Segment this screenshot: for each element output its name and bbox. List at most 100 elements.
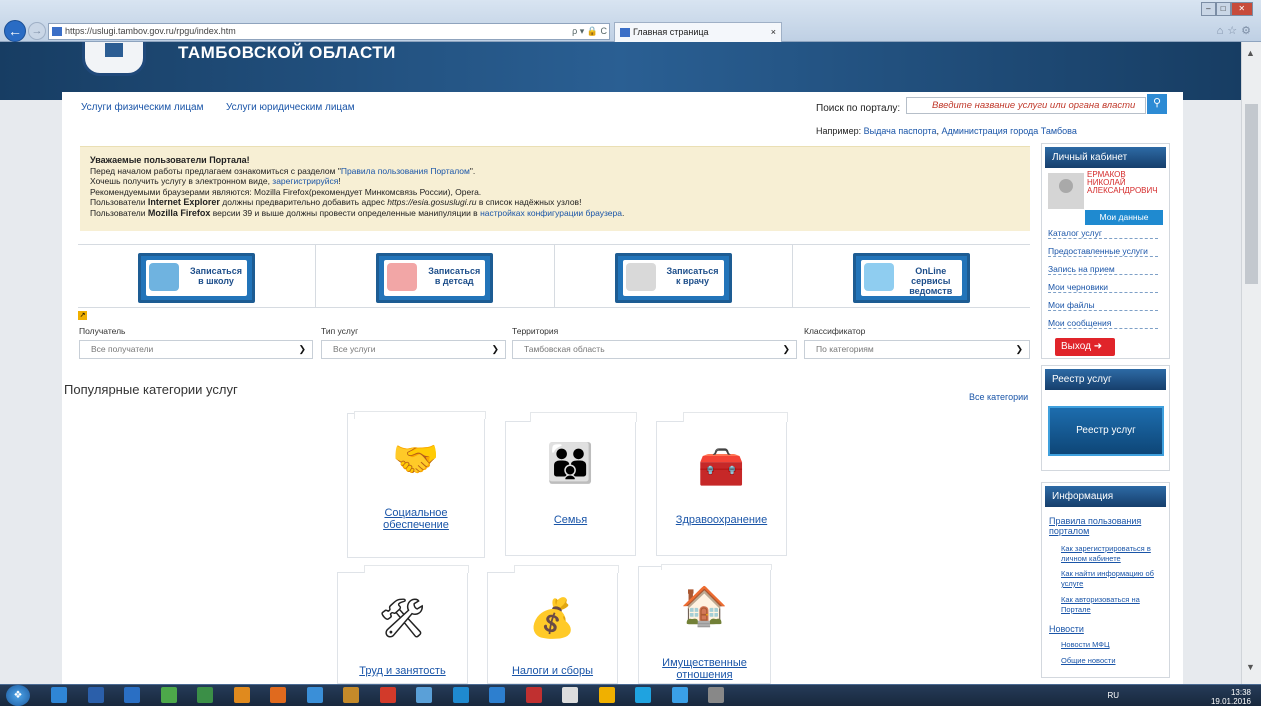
site-title: ТАМБОВСКОЙ ОБЛАСТИ — [178, 43, 396, 62]
card-back — [364, 565, 469, 573]
category-health[interactable]: 🧰 Здравоохранение — [656, 412, 788, 556]
rules-portal-link[interactable]: Правила пользования порталом — [1049, 516, 1141, 536]
taskbar-app-icon[interactable] — [452, 687, 469, 703]
category-label: Социальное — [384, 507, 448, 519]
how-login-link[interactable]: Как авторизоваться на Портале — [1061, 595, 1140, 615]
example-passport-link[interactable]: Выдача паспорта — [864, 126, 937, 136]
chevron-down-icon: ❯ — [1015, 344, 1023, 354]
classifier-select[interactable]: По категориям ❯ — [804, 340, 1030, 359]
registry-button[interactable]: Реестр услуг — [1048, 406, 1164, 456]
register-link[interactable]: зарегистрируйся — [272, 176, 338, 186]
search-label: Поиск по порталу: — [816, 103, 901, 114]
taskbar-app-icon[interactable] — [233, 687, 250, 703]
my-data-button[interactable]: Мои данные — [1085, 210, 1163, 225]
territory-select[interactable]: Тамбовская область ❯ — [512, 340, 797, 359]
settings-gear-icon[interactable]: ⚙ — [1241, 25, 1255, 37]
scroll-up-icon[interactable]: ▲ — [1246, 48, 1255, 58]
news-link[interactable]: Новости — [1049, 624, 1084, 634]
user-name: ЕРМАКОВ НИКОЛАЙ АЛЕКСАНДРОВИЧ — [1087, 170, 1158, 195]
taskbar-app-icon[interactable] — [635, 687, 651, 703]
maximize-button[interactable]: □ — [1215, 2, 1231, 16]
nav-individuals-link[interactable]: Услуги физическим лицам — [81, 102, 204, 113]
drafts-link[interactable]: Мои черновики — [1048, 282, 1158, 293]
category-social[interactable]: 🤝 Социальное обеспечение — [347, 411, 486, 558]
exit-button[interactable]: Выход ➜ — [1055, 338, 1115, 356]
online-services-button[interactable]: OnLine сервисы ведомств — [852, 253, 970, 303]
enroll-doctor-button[interactable]: Записаться к врачу — [614, 253, 732, 303]
rules-link[interactable]: Правила пользования Порталом — [341, 166, 470, 176]
taskbar-app-icon[interactable] — [87, 687, 104, 703]
category-family[interactable]: 👪 Семья — [505, 412, 637, 556]
service-type-select[interactable]: Все услуги ❯ — [321, 340, 506, 359]
expand-arrow-icon[interactable]: ↗ — [78, 311, 87, 320]
coat-of-arms-logo[interactable] — [82, 42, 146, 76]
registry-panel: Реестр услуг Реестр услуг — [1041, 365, 1170, 471]
taskbar-app-icon[interactable] — [671, 687, 688, 703]
taskbar-app-icon[interactable] — [197, 687, 213, 703]
language-indicator[interactable]: RU — [1107, 691, 1119, 700]
search-input[interactable]: Введите название услуги или органа власт… — [906, 97, 1146, 114]
taskbar-app-icon[interactable] — [379, 687, 396, 703]
category-labor[interactable]: 🛠 Труд и занятость — [337, 565, 469, 684]
address-bar[interactable]: https://uslugi.tambov.gov.ru/rpgu/index.… — [48, 23, 610, 40]
avatar — [1048, 173, 1084, 209]
category-label: Имущественные — [662, 657, 747, 669]
chevron-down-icon: ❯ — [491, 344, 499, 354]
taskbar-app-icon[interactable] — [51, 687, 67, 703]
page-scrollbar[interactable]: ▲ ▼ — [1241, 42, 1261, 684]
how-register-link[interactable]: Как зарегистрироваться в личном кабинете — [1061, 544, 1151, 564]
search-button[interactable]: ⚲ — [1147, 94, 1167, 114]
close-window-button[interactable]: ✕ — [1230, 2, 1253, 16]
favorites-star-icon[interactable]: ☆ — [1227, 25, 1241, 37]
tab-favicon-icon — [620, 28, 630, 37]
appointment-link[interactable]: Запись на прием — [1048, 264, 1158, 275]
provided-services-link[interactable]: Предоставленные услуги — [1048, 246, 1158, 257]
taskbar-app-icon[interactable] — [270, 687, 286, 703]
taskbar-app-icon[interactable] — [306, 687, 323, 703]
address-text: https://uslugi.tambov.gov.ru/rpgu/index.… — [65, 26, 236, 36]
taskbar-app-icon[interactable] — [562, 687, 578, 703]
start-button[interactable]: ❖ — [6, 685, 30, 706]
general-news-link[interactable]: Общие новости — [1061, 656, 1116, 666]
how-find-link[interactable]: Как найти информацию об услуге — [1061, 569, 1154, 589]
scroll-thumb[interactable] — [1245, 104, 1258, 284]
enroll-school-button[interactable]: Записаться в школу — [138, 253, 255, 303]
filter-territory-label: Территория — [512, 326, 559, 336]
school-icon — [149, 263, 179, 291]
notice-line-3: Рекомендуемыми браузерами являются: Mozi… — [90, 186, 482, 197]
card-back — [514, 565, 619, 573]
mfc-news-link[interactable]: Новости МФЦ — [1061, 640, 1110, 650]
taskbar-app-icon[interactable] — [124, 687, 140, 703]
tab-close-icon[interactable]: × — [771, 23, 776, 42]
taskbar-app-icon[interactable] — [160, 687, 177, 703]
address-tools[interactable]: ρ ▾ 🔒 C — [572, 24, 607, 39]
recipient-select[interactable]: Все получатели ❯ — [79, 340, 313, 359]
category-taxes[interactable]: 💰 Налоги и сборы — [487, 565, 619, 684]
messages-link[interactable]: Мои сообщения — [1048, 318, 1158, 329]
nav-legal-link[interactable]: Услуги юридическим лицам — [226, 102, 355, 113]
family-icon: 👪 — [546, 443, 595, 485]
notice-line-2: Хочешь получить услугу в электронном вид… — [90, 176, 341, 186]
taskbar-app-icon[interactable] — [598, 687, 615, 703]
home-icon[interactable]: ⌂ — [1217, 25, 1228, 37]
exit-arrow-icon: ➜ — [1093, 341, 1103, 352]
browser-settings-link[interactable]: настройках конфигурации браузера — [480, 208, 622, 218]
minimize-button[interactable]: – — [1201, 2, 1216, 16]
taskbar-app-icon[interactable] — [708, 687, 724, 703]
notice-line-4: Пользователи Internet Explorer должны пр… — [90, 197, 582, 207]
category-property[interactable]: 🏠 Имущественные отношения — [638, 564, 772, 684]
browser-tab[interactable]: Главная страница × — [614, 22, 782, 42]
example-admin-link[interactable]: Администрация города Тамбова — [941, 126, 1076, 136]
catalog-link[interactable]: Каталог услуг — [1048, 228, 1158, 239]
taskbar-app-icon[interactable] — [343, 687, 359, 703]
taskbar-app-icon[interactable] — [489, 687, 505, 703]
all-categories-link[interactable]: Все категории — [969, 392, 1028, 402]
taskbar-app-icon[interactable] — [416, 687, 432, 703]
taskbar-app-icon[interactable] — [525, 687, 542, 703]
enroll-kindergarten-button[interactable]: Записаться в детсад — [376, 253, 494, 303]
scroll-down-icon[interactable]: ▼ — [1246, 662, 1255, 672]
system-clock[interactable]: 13:38 19.01.2016 — [1211, 688, 1251, 706]
back-button[interactable]: ← — [4, 20, 26, 42]
forward-button[interactable]: → — [28, 22, 46, 40]
files-link[interactable]: Мои файлы — [1048, 300, 1158, 311]
